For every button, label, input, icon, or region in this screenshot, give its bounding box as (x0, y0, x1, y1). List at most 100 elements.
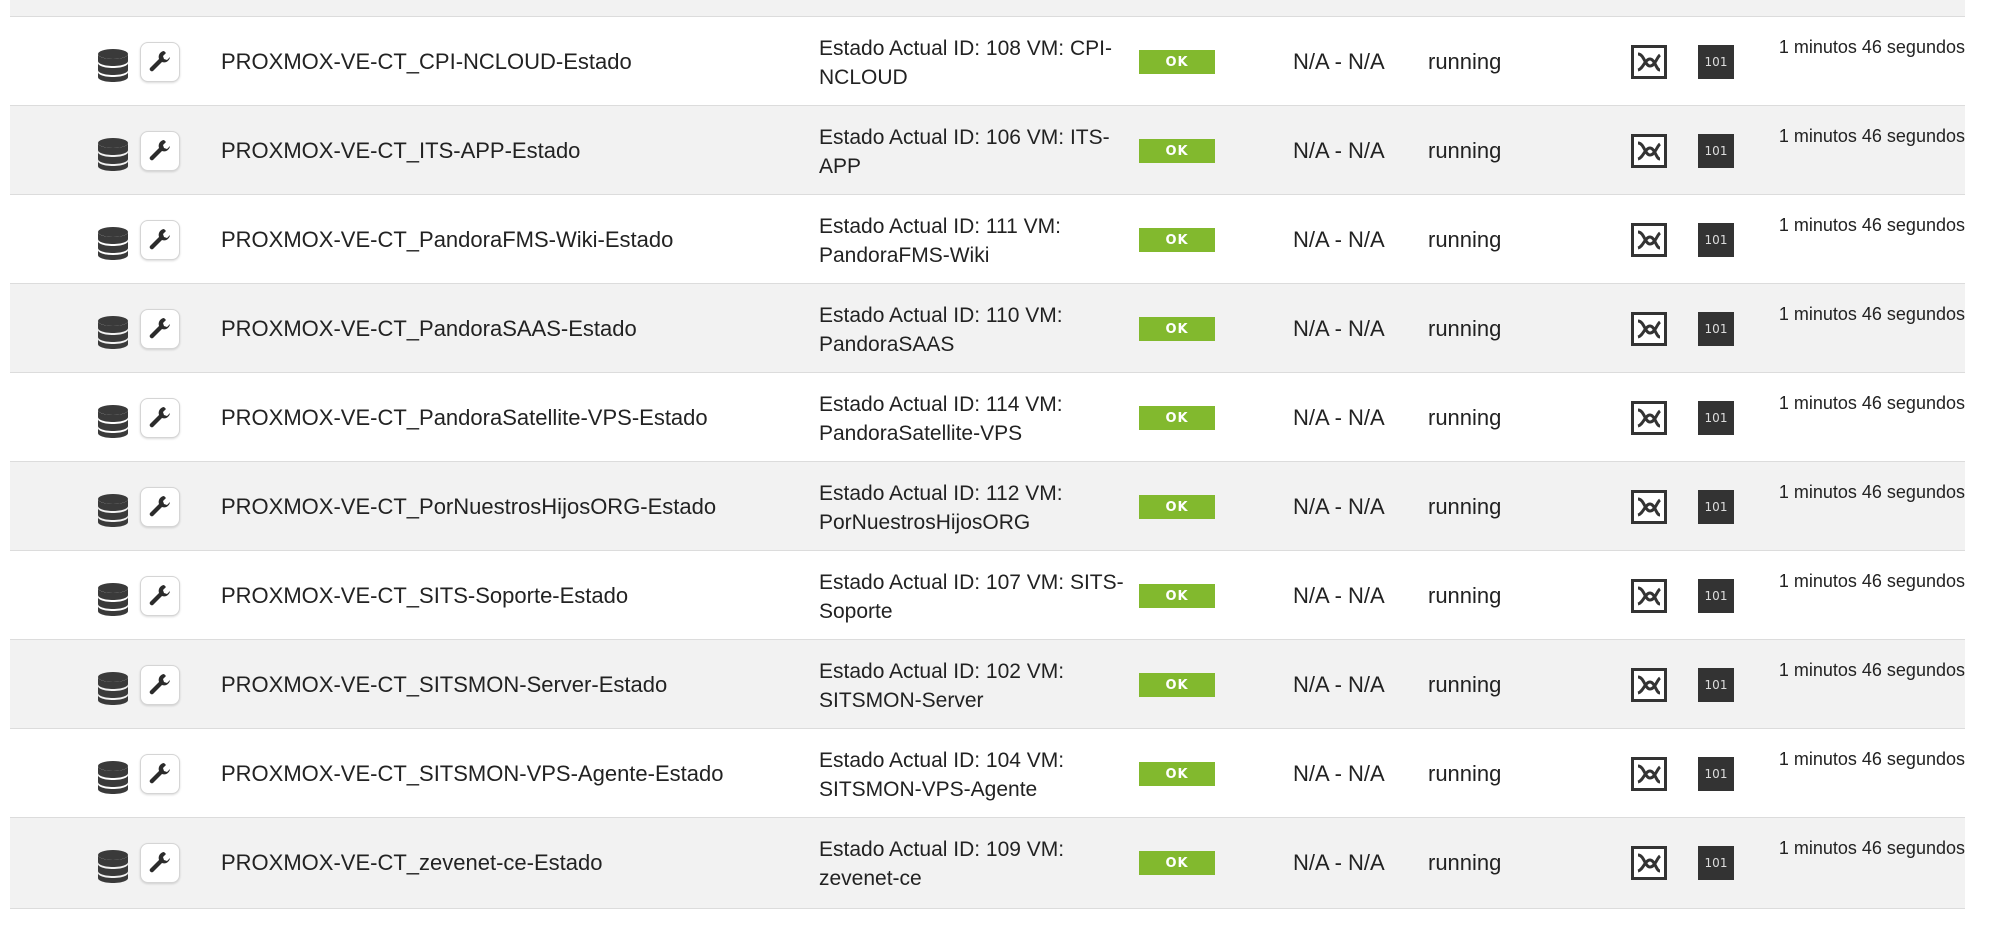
status-badge: OK (1139, 50, 1215, 74)
last-contact: 1 minutos 46 segundos (1778, 126, 1965, 146)
module-value: running (1428, 582, 1502, 608)
configure-module-button[interactable] (140, 487, 180, 527)
module-value: running (1428, 849, 1502, 875)
graph-icon[interactable] (1631, 668, 1667, 702)
module-description: Estado Actual ID: 109 VM: zevenet-ce (819, 838, 1065, 890)
module-name: PROXMOX-VE-CT_PandoraSAAS-Estado (221, 315, 637, 341)
module-description: Estado Actual ID: 102 VM: SITSMON-Server (819, 660, 1065, 712)
database-icon (96, 492, 130, 528)
configure-module-button[interactable] (140, 754, 180, 794)
module-name: PROXMOX-VE-CT_PorNuestrosHijosORG-Estado (221, 493, 717, 519)
status-badge: OK (1139, 495, 1215, 519)
module-description: Estado Actual ID: 107 VM: SITS-Soporte (819, 571, 1124, 623)
raw-data-icon[interactable]: 101 (1698, 312, 1734, 346)
graph-icon[interactable] (1631, 312, 1667, 346)
raw-data-icon[interactable]: 101 (1698, 579, 1734, 613)
thresholds: N/A - N/A (1293, 493, 1385, 519)
configure-module-button[interactable] (140, 665, 180, 705)
module-name: PROXMOX-VE-CT_PandoraFMS-Wiki-Estado (221, 226, 674, 252)
graph-icon[interactable] (1631, 134, 1667, 168)
database-icon (96, 47, 130, 83)
graph-icon[interactable] (1631, 757, 1667, 791)
database-icon (96, 314, 130, 350)
wrench-icon (149, 852, 170, 873)
table-row: PROXMOX-VE-CT_PandoraFMS-Wiki-Estado Est… (10, 195, 1965, 284)
raw-data-icon[interactable]: 101 (1698, 45, 1734, 79)
module-value: running (1428, 137, 1502, 163)
raw-data-icon[interactable]: 101 (1698, 668, 1734, 702)
configure-module-button[interactable] (140, 843, 180, 883)
last-contact: 1 minutos 46 segundos (1778, 571, 1965, 591)
graph-icon[interactable] (1631, 45, 1667, 79)
module-description: Estado Actual ID: 104 VM: SITSMON-VPS-Ag… (819, 749, 1065, 801)
module-value: running (1428, 315, 1502, 341)
thresholds: N/A - N/A (1293, 849, 1385, 875)
wrench-icon (149, 407, 170, 428)
module-value: running (1428, 760, 1502, 786)
thresholds: N/A - N/A (1293, 315, 1385, 341)
module-name: PROXMOX-VE-CT_zevenet-ce-Estado (221, 849, 603, 875)
table-row: PROXMOX-VE-CT_zevenet-ce-Estado Estado A… (10, 818, 1965, 909)
configure-module-button[interactable] (140, 576, 180, 616)
table-row: PROXMOX-VE-CT_CPI-NCLOUD-Estado Estado A… (10, 17, 1965, 106)
module-description: Estado Actual ID: 106 VM: ITS-APP (819, 126, 1110, 178)
status-badge: OK (1139, 139, 1215, 163)
graph-icon[interactable] (1631, 579, 1667, 613)
status-badge: OK (1139, 228, 1215, 252)
last-contact: 1 minutos 46 segundos (1778, 749, 1965, 769)
status-badge: OK (1139, 584, 1215, 608)
wrench-icon (149, 140, 170, 161)
last-contact: 1 minutos 46 segundos (1778, 660, 1965, 680)
table-row: PROXMOX-VE-CT_SITSMON-VPS-Agente-Estado … (10, 729, 1965, 818)
graph-icon[interactable] (1631, 223, 1667, 257)
raw-data-icon[interactable]: 101 (1698, 490, 1734, 524)
raw-data-icon[interactable]: 101 (1698, 134, 1734, 168)
status-badge: OK (1139, 317, 1215, 341)
table-row: PROXMOX-VE-CT_SITSMON-Server-Estado Esta… (10, 640, 1965, 729)
thresholds: N/A - N/A (1293, 48, 1385, 74)
last-contact: 1 minutos 46 segundos (1778, 215, 1965, 235)
last-contact: 1 minutos 46 segundos (1778, 304, 1965, 324)
wrench-icon (149, 229, 170, 250)
wrench-icon (149, 674, 170, 695)
last-contact: 1 minutos 46 segundos (1778, 393, 1965, 413)
database-icon (96, 403, 130, 439)
module-description: Estado Actual ID: 110 VM: PandoraSAAS (819, 304, 1063, 356)
module-value: running (1428, 48, 1502, 74)
previous-row-edge (10, 0, 1965, 17)
raw-data-icon[interactable]: 101 (1698, 401, 1734, 435)
database-icon (96, 670, 130, 706)
raw-data-icon[interactable]: 101 (1698, 846, 1734, 880)
table-row: PROXMOX-VE-CT_ITS-APP-Estado Estado Actu… (10, 106, 1965, 195)
module-name: PROXMOX-VE-CT_ITS-APP-Estado (221, 137, 581, 163)
graph-icon[interactable] (1631, 401, 1667, 435)
configure-module-button[interactable] (140, 309, 180, 349)
module-value: running (1428, 226, 1502, 252)
database-icon (96, 136, 130, 172)
graph-icon[interactable] (1631, 490, 1667, 524)
module-name: PROXMOX-VE-CT_SITSMON-VPS-Agente-Estado (221, 760, 724, 786)
wrench-icon (149, 496, 170, 517)
raw-data-icon[interactable]: 101 (1698, 757, 1734, 791)
last-contact: 1 minutos 46 segundos (1778, 482, 1965, 502)
thresholds: N/A - N/A (1293, 137, 1385, 163)
wrench-icon (149, 763, 170, 784)
module-value: running (1428, 404, 1502, 430)
configure-module-button[interactable] (140, 398, 180, 438)
graph-icon[interactable] (1631, 846, 1667, 880)
wrench-icon (149, 51, 170, 72)
modules-table: PROXMOX-VE-CT_CPI-NCLOUD-Estado Estado A… (10, 0, 1965, 909)
configure-module-button[interactable] (140, 220, 180, 260)
table-row: PROXMOX-VE-CT_PandoraSAAS-Estado Estado … (10, 284, 1965, 373)
configure-module-button[interactable] (140, 131, 180, 171)
status-badge: OK (1139, 762, 1215, 786)
thresholds: N/A - N/A (1293, 404, 1385, 430)
module-name: PROXMOX-VE-CT_CPI-NCLOUD-Estado (221, 48, 632, 74)
module-name: PROXMOX-VE-CT_SITS-Soporte-Estado (221, 582, 629, 608)
raw-data-icon[interactable]: 101 (1698, 223, 1734, 257)
table-row: PROXMOX-VE-CT_PorNuestrosHijosORG-Estado… (10, 462, 1965, 551)
configure-module-button[interactable] (140, 42, 180, 82)
status-badge: OK (1139, 673, 1215, 697)
table-body: PROXMOX-VE-CT_CPI-NCLOUD-Estado Estado A… (10, 17, 1965, 909)
last-contact: 1 minutos 46 segundos (1778, 838, 1965, 858)
